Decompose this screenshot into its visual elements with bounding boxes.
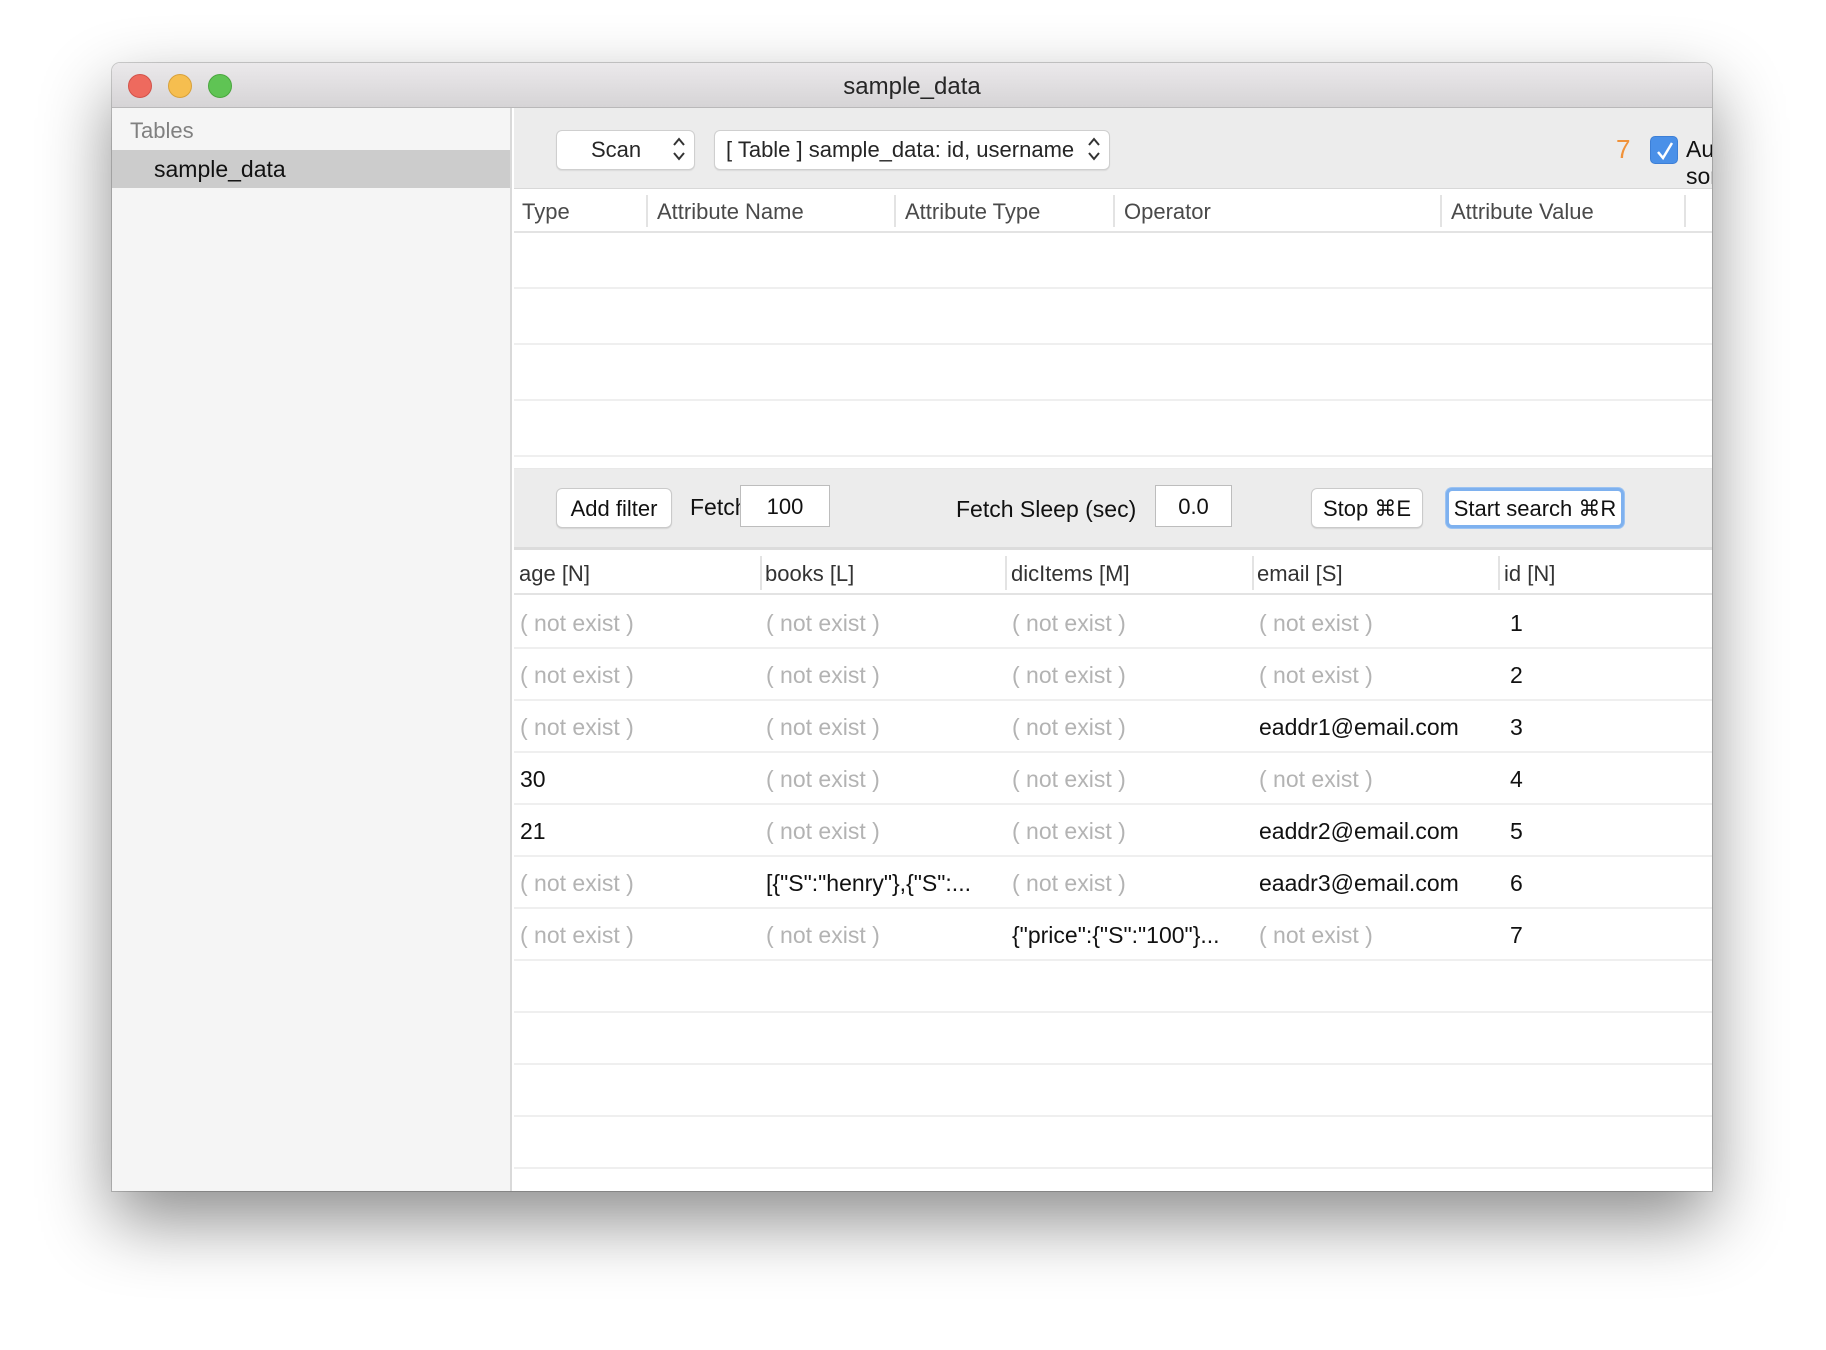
filter-table-header: Type Attribute Name Attribute Type Opera… (514, 189, 1712, 233)
checkmark-icon (1657, 142, 1674, 161)
filter-table: Type Attribute Name Attribute Type Opera… (514, 189, 1712, 465)
column-divider[interactable] (1252, 556, 1254, 590)
results-header: age [N] books [L] dicItems [M] email [S]… (514, 550, 1712, 595)
table-cell: ( not exist ) (520, 870, 634, 896)
mode-select-value: Scan (591, 137, 642, 162)
column-divider[interactable] (894, 195, 896, 227)
table-cell: 1 (1510, 610, 1523, 636)
auto-sort-label[interactable]: Auto sort (1686, 136, 1712, 190)
table-cell: ( not exist ) (766, 922, 880, 948)
table-cell: ( not exist ) (1012, 766, 1126, 792)
table-cell: ( not exist ) (1259, 922, 1373, 948)
table-row[interactable]: 30 ( not exist ) ( not exist ) ( not exist … (514, 753, 1712, 805)
fetch-sleep-label: Fetch Sleep (sec) (956, 496, 1137, 522)
column-divider[interactable] (1498, 556, 1500, 590)
result-count: 7 (1616, 134, 1631, 164)
table-row-empty (514, 1169, 1712, 1191)
app-window: sample_data Tables sample_data Scan [ Ta… (112, 63, 1712, 1191)
table-cell: 5 (1510, 818, 1523, 844)
add-filter-button[interactable]: Add filter (556, 488, 672, 528)
filter-col-operator[interactable]: Operator (1124, 199, 1211, 225)
table-cell: [{"S":"henry"},{"S":... (766, 870, 971, 896)
results-col-dicitems[interactable]: dicItems [M] (1011, 561, 1130, 587)
filter-row-empty (514, 233, 1712, 289)
table-cell: 6 (1510, 870, 1523, 896)
table-row-empty (514, 1117, 1712, 1169)
table-row[interactable]: ( not exist ) ( not exist ) ( not exist ) (… (514, 649, 1712, 701)
table-row-empty (514, 1065, 1712, 1117)
filter-col-attribute-name[interactable]: Attribute Name (657, 199, 804, 225)
column-divider[interactable] (1440, 195, 1442, 227)
table-row-empty (514, 1013, 1712, 1065)
fetch-size-input[interactable]: 100 (740, 485, 830, 527)
table-cell: eaadr3@email.com (1259, 870, 1459, 896)
table-cell: ( not exist ) (1259, 766, 1373, 792)
column-divider[interactable] (1684, 195, 1686, 227)
table-row[interactable]: ( not exist ) ( not exist ) ( not exist ) e… (514, 701, 1712, 753)
table-row[interactable]: ( not exist ) ( not exist ) {"price":{"S":… (514, 909, 1712, 961)
window-title: sample_data (843, 73, 981, 100)
table-cell: ( not exist ) (1012, 818, 1126, 844)
results-col-email[interactable]: email [S] (1257, 561, 1343, 587)
results-col-id[interactable]: id [N] (1504, 561, 1555, 587)
column-divider[interactable] (1005, 556, 1007, 590)
table-cell: ( not exist ) (766, 610, 880, 636)
chevron-updown-icon (1088, 137, 1100, 161)
table-row[interactable]: ( not exist ) ( not exist ) ( not exist ) (… (514, 597, 1712, 649)
table-cell: 7 (1510, 922, 1523, 948)
mode-select[interactable]: Scan (556, 130, 695, 170)
table-cell: ( not exist ) (1259, 662, 1373, 688)
table-cell: ( not exist ) (766, 662, 880, 688)
table-cell: ( not exist ) (766, 766, 880, 792)
table-cell: ( not exist ) (1259, 610, 1373, 636)
filter-col-type[interactable]: Type (522, 199, 570, 225)
table-cell: ( not exist ) (766, 818, 880, 844)
table-cell: 21 (520, 818, 546, 844)
column-divider[interactable] (646, 195, 648, 227)
start-search-button[interactable]: Start search ⌘R (1446, 488, 1624, 528)
table-cell: ( not exist ) (1012, 610, 1126, 636)
filter-row-empty (514, 289, 1712, 345)
table-cell: 4 (1510, 766, 1523, 792)
table-cell: eaddr2@email.com (1259, 818, 1459, 844)
stop-button[interactable]: Stop ⌘E (1311, 488, 1423, 528)
table-cell: 30 (520, 766, 546, 792)
filter-col-attribute-value[interactable]: Attribute Value (1451, 199, 1594, 225)
table-cell: ( not exist ) (1012, 714, 1126, 740)
results-col-books[interactable]: books [L] (765, 561, 854, 587)
table-cell: {"price":{"S":"100"}... (1012, 922, 1220, 948)
sidebar: Tables sample_data (112, 108, 512, 1191)
table-select[interactable]: [ Table ] sample_data: id, username (714, 130, 1110, 170)
table-cell: ( not exist ) (520, 662, 634, 688)
sidebar-item-sample-data[interactable]: sample_data (112, 150, 510, 188)
table-cell: eaddr1@email.com (1259, 714, 1459, 740)
table-row-empty (514, 961, 1712, 1013)
sidebar-header: Tables (130, 118, 194, 143)
table-cell: ( not exist ) (520, 610, 634, 636)
table-select-value: [ Table ] sample_data: id, username (726, 137, 1075, 162)
table-cell: ( not exist ) (1012, 870, 1126, 896)
main-panel: Scan [ Table ] sample_data: id, username… (514, 108, 1712, 1191)
results-table: age [N] books [L] dicItems [M] email [S]… (514, 550, 1712, 1191)
table-cell: ( not exist ) (766, 714, 880, 740)
table-cell: 3 (1510, 714, 1523, 740)
fetch-sleep-input[interactable]: 0.0 (1155, 485, 1232, 527)
search-toolbar: Add filter Fetch Size 100 Fetch Sleep (s… (514, 468, 1712, 550)
table-cell: ( not exist ) (520, 714, 634, 740)
table-row[interactable]: 21 ( not exist ) ( not exist ) eaddr2@email… (514, 805, 1712, 857)
filter-col-attribute-type[interactable]: Attribute Type (905, 199, 1040, 225)
chevron-updown-icon (673, 137, 685, 161)
column-divider[interactable] (1113, 195, 1115, 227)
results-col-age[interactable]: age [N] (519, 561, 590, 587)
query-topbar: Scan [ Table ] sample_data: id, username… (514, 108, 1712, 189)
table-cell: 2 (1510, 662, 1523, 688)
table-cell: ( not exist ) (520, 922, 634, 948)
auto-sort-checkbox[interactable] (1650, 136, 1678, 164)
table-cell: ( not exist ) (1012, 662, 1126, 688)
table-row[interactable]: ( not exist ) [{"S":"henry"},{"S":... ( no… (514, 857, 1712, 909)
filter-row-empty (514, 401, 1712, 457)
column-divider[interactable] (760, 556, 762, 590)
filter-row-empty (514, 345, 1712, 401)
title-bar: sample_data (112, 63, 1712, 108)
